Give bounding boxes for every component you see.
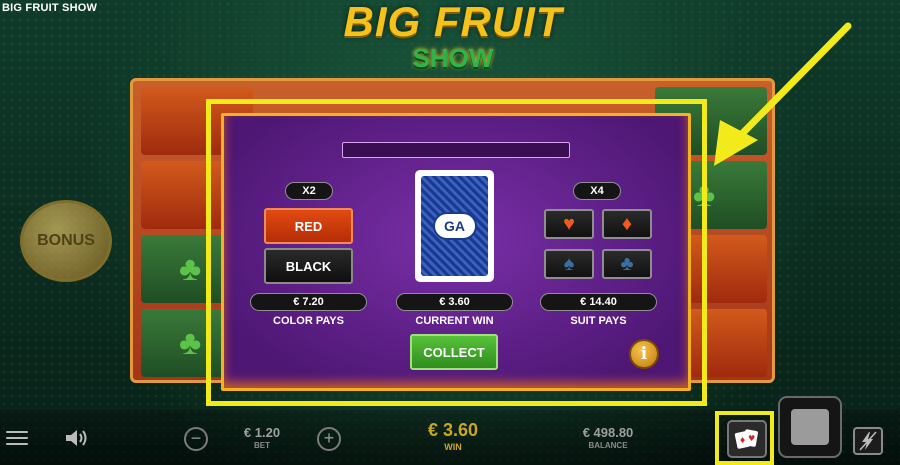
gamble-message-bar — [342, 142, 570, 158]
club-button[interactable]: ♣ — [602, 249, 652, 279]
spade-button[interactable]: ♠ — [544, 249, 594, 279]
color-pays-value: € 7.20 — [250, 293, 367, 311]
info-button[interactable]: i — [629, 339, 659, 369]
svg-text:♦: ♦ — [739, 436, 746, 445]
spade-icon: ♠ — [563, 252, 575, 275]
bet-label: BET — [254, 441, 270, 450]
card-pattern: GA — [421, 176, 488, 276]
cards-icon: ♦ ♥ — [734, 429, 758, 449]
clover-icon: ♣ — [179, 250, 202, 288]
logo-line-2: SHOW — [412, 43, 494, 73]
diamond-icon: ♦ — [621, 212, 633, 235]
color-multiplier-badge: X2 — [285, 182, 333, 200]
heart-icon: ♥ — [563, 212, 575, 235]
collect-button[interactable]: COLLECT — [410, 334, 498, 370]
diamond-button[interactable]: ♦ — [602, 209, 652, 239]
win-value: € 3.60 — [427, 420, 479, 440]
gamble-button[interactable]: ♦ ♥ — [727, 420, 767, 458]
window-title: BIG FRUIT SHOW — [2, 2, 98, 14]
suit-pays-value: € 14.40 — [540, 293, 657, 311]
suit-pays-label: SUIT PAYS — [570, 315, 627, 327]
gamble-card-back: GA — [415, 170, 494, 282]
current-win-label: CURRENT WIN — [415, 315, 494, 327]
heart-button[interactable]: ♥ — [544, 209, 594, 239]
bonus-coin: BONUS — [20, 200, 112, 282]
logo-line-1: BIG FRUIT — [343, 0, 563, 45]
suit-multiplier-badge: X4 — [573, 182, 621, 200]
club-icon: ♣ — [620, 252, 634, 275]
decrease-bet-button[interactable]: − — [184, 427, 208, 451]
black-button[interactable]: BLACK — [264, 248, 353, 284]
current-win-value: € 3.60 — [396, 293, 513, 311]
menu-icon[interactable] — [6, 431, 28, 445]
red-button[interactable]: RED — [264, 208, 353, 244]
game-logo: BIG FRUIT SHOW — [318, 0, 588, 82]
balance-label: BALANCE — [588, 441, 628, 450]
stop-spin-button[interactable] — [778, 396, 842, 458]
clover-icon: ♣ — [179, 324, 202, 362]
color-pays-label: COLOR PAYS — [273, 315, 344, 327]
bonus-label: BONUS — [37, 232, 95, 249]
pointer-arrow-icon — [714, 22, 852, 166]
stop-icon — [791, 409, 829, 445]
win-label: WIN — [444, 442, 462, 452]
speaker-icon[interactable] — [64, 428, 90, 448]
bet-value: € 1.20 — [243, 425, 281, 440]
card-logo: GA — [432, 212, 477, 240]
lightning-icon — [859, 431, 877, 451]
balance-value: € 498.80 — [582, 425, 634, 440]
svg-text:♥: ♥ — [748, 434, 755, 443]
increase-bet-button[interactable]: + — [317, 427, 341, 451]
turbo-button[interactable] — [853, 427, 883, 455]
